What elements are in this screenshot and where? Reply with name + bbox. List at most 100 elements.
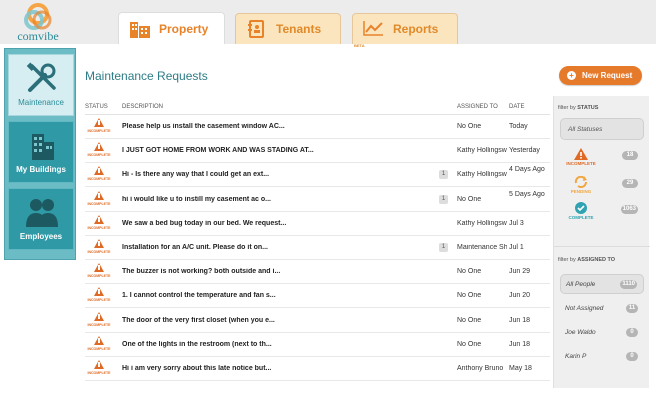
filter-assigned-all-people[interactable]: All People 1110 [560, 274, 644, 294]
request-description[interactable]: Hi - Is there any way that I could get a… [122, 171, 442, 178]
count-badge: 0 [626, 352, 638, 361]
filter-status-incomplete[interactable]: INCOMPLETE 18 [560, 148, 644, 172]
count-badge: 1110 [620, 280, 637, 289]
tab-reports[interactable]: BETA Reports [352, 13, 458, 48]
table-row[interactable]: INCOMPLETE Hi i am very sorry about this … [85, 357, 550, 381]
filter-assigned-joe-waldo[interactable]: Joe Waldo 0 [560, 323, 644, 343]
assigned-to: Maintenance Sho [457, 244, 507, 251]
table-row[interactable]: INCOMPLETE 1. I cannot control the temper… [85, 284, 550, 309]
warning-mark [98, 337, 100, 343]
status-badge: INCOMPLETE [85, 166, 113, 186]
request-date: Jun 18 [509, 340, 531, 348]
column-header-date[interactable]: DATE [509, 104, 525, 110]
sidebar-item-my-buildings[interactable]: My Buildings [8, 121, 74, 183]
sidebar-item-employees[interactable]: Employees [8, 188, 74, 250]
filter-status-heading: filter by STATUS [558, 105, 599, 111]
request-date: Today [509, 123, 528, 130]
status-badge: INCOMPLETE [85, 287, 113, 307]
request-description[interactable]: The door of the very first closet (when … [122, 317, 442, 324]
assigned-to: No One [457, 316, 482, 324]
request-date: 4 Days Ago [509, 166, 545, 174]
warning-mark [98, 362, 100, 367]
count-badge: 1063 [620, 205, 638, 214]
request-description[interactable]: I JUST GOT HOME FROM WORK AND WAS STADIN… [122, 147, 442, 154]
tab-label: Reports [393, 22, 439, 36]
filter-status-pending[interactable]: PENDING 29 [560, 176, 644, 200]
divider [554, 246, 650, 247]
status-badge: INCOMPLETE [85, 360, 113, 380]
refresh-icon [574, 176, 587, 188]
brand-name: comvibe [17, 29, 59, 43]
warning-mark [98, 289, 100, 295]
status-label: INCOMPLETE [87, 177, 111, 182]
request-date: Yesterday [509, 147, 540, 155]
page-title: Maintenance Requests [85, 69, 208, 83]
building-icon [130, 21, 150, 38]
request-date: Jun 20 [509, 292, 531, 300]
sidebar: Maintenance My Buildings Employees [4, 48, 76, 260]
tab-tenants[interactable]: Tenants [235, 13, 341, 44]
comment-count-badge: 1 [439, 194, 448, 204]
request-description[interactable]: The buzzer is not working? both outside … [122, 268, 442, 275]
assigned-to: No One [457, 292, 482, 300]
sidebar-item-label: Employees [19, 232, 63, 241]
status-badge: INCOMPLETE [85, 118, 113, 138]
table-row[interactable]: INCOMPLETE I JUST GOT HOME FROM WORK AND … [85, 139, 550, 164]
table-row[interactable]: INCOMPLETE The door of the very first clo… [85, 309, 550, 333]
table-row[interactable]: INCOMPLETE We saw a bed bug today in our … [85, 212, 550, 236]
count-badge: 29 [622, 179, 638, 188]
status-label: INCOMPLETE [87, 371, 111, 375]
column-header-status[interactable]: STATUS [85, 104, 108, 110]
tab-label: Tenants [276, 22, 322, 36]
column-header-assigned[interactable]: ASSIGNED TO [457, 104, 498, 110]
new-request-button[interactable]: + New Request [559, 66, 642, 85]
table-row[interactable]: INCOMPLETE Hi - Is there any way that I c… [85, 163, 550, 188]
status-badge: INCOMPLETE [85, 263, 113, 283]
request-description[interactable]: We saw a bed bug today in our bed. We re… [122, 220, 442, 227]
request-description[interactable]: One of the lights in the restroom (next … [122, 341, 442, 348]
status-label: INCOMPLETE [87, 322, 111, 327]
status-label: INCOMPLETE [87, 250, 111, 254]
filter-assigned-karin-p[interactable]: Karin P 0 [560, 347, 644, 367]
status-label: INCOMPLETE [87, 201, 111, 206]
request-description[interactable]: Hi i am very sorry about this late notic… [122, 365, 442, 372]
table-row[interactable]: INCOMPLETE The buzzer is not working? bot… [85, 260, 550, 285]
table-row[interactable]: INCOMPLETE Please help us install the cas… [85, 115, 550, 139]
tab-property[interactable]: Property [118, 12, 225, 44]
check-icon [575, 202, 587, 214]
address-book-icon [248, 20, 264, 38]
buildings-icon [32, 134, 54, 160]
logo[interactable]: comvibe [0, 0, 76, 44]
warning-mark [98, 265, 100, 271]
warning-mark [98, 168, 100, 174]
count-badge: 18 [622, 151, 638, 160]
filter-assigned-not-assigned[interactable]: Not Assigned 11 [560, 299, 644, 319]
count-badge: 11 [626, 304, 638, 313]
assigned-to: Kathy Hollingsw [457, 171, 507, 179]
assigned-to: Kathy Hollingsw [457, 147, 507, 155]
sidebar-item-maintenance[interactable]: Maintenance [8, 54, 74, 116]
people-icon [26, 199, 58, 227]
table-row[interactable]: INCOMPLETE Installation for an A/C unit. … [85, 236, 550, 260]
filter-status-complete[interactable]: COMPLETE 1063 [560, 202, 644, 226]
status-badge: INCOMPLETE [85, 190, 113, 211]
filter-all-statuses[interactable]: All Statuses [560, 118, 644, 140]
beta-badge: BETA [354, 43, 365, 48]
request-description[interactable]: Installation for an A/C unit. Please do … [122, 244, 442, 251]
filter-panel: filter by STATUS All Statuses INCOMPLETE… [553, 96, 650, 388]
filter-status-label: INCOMPLETE [566, 161, 596, 166]
request-description[interactable]: hi i would like u to instill my casement… [122, 196, 442, 203]
table-row[interactable]: INCOMPLETE One of the lights in the restr… [85, 333, 550, 357]
comvibe-logo-icon [24, 3, 52, 30]
table-row[interactable]: INCOMPLETE hi i would like u to instill m… [85, 188, 550, 212]
request-date: Jul 3 [509, 219, 524, 227]
assigned-to: No One [457, 268, 482, 276]
filter-status-label: PENDING [570, 189, 592, 194]
line-chart-icon [363, 21, 383, 36]
request-description[interactable]: Please help us install the casement wind… [122, 123, 442, 130]
request-date: 5 Days Ago [509, 190, 545, 198]
column-header-description[interactable]: DESCRIPTION [122, 104, 163, 110]
warning-mark [98, 313, 100, 319]
assigned-to: No One [457, 123, 482, 130]
request-description[interactable]: 1. I cannot control the temperature and … [122, 292, 442, 299]
